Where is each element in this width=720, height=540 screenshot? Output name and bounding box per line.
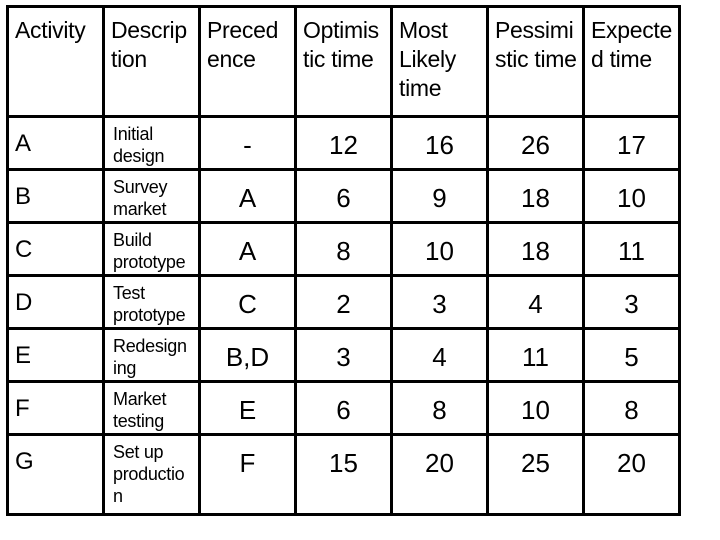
cell-description: Survey market — [102, 168, 201, 224]
cell-expected: 8 — [582, 380, 681, 436]
cell-description-text: Set up productio n — [113, 442, 185, 506]
cell-activity: G — [6, 433, 105, 516]
cell-optimistic: 3 — [294, 327, 393, 383]
cell-description: Redesign ing — [102, 327, 201, 383]
table-row: D Test prototype C 2 3 4 3 — [6, 274, 681, 330]
cell-activity: F — [6, 380, 105, 436]
cell-optimistic: 8 — [294, 221, 393, 277]
cell-pessimistic: 11 — [486, 327, 585, 383]
header-description: Descrip tion — [102, 5, 201, 118]
cell-activity: A — [6, 115, 105, 171]
cell-expected: 20 — [582, 433, 681, 516]
cell-expected: 5 — [582, 327, 681, 383]
cell-optimistic: 6 — [294, 168, 393, 224]
cell-precedence: F — [198, 433, 297, 516]
cell-precedence: B,D — [198, 327, 297, 383]
table-row: E Redesign ing B,D 3 4 11 5 — [6, 327, 681, 383]
cell-pessimistic: 18 — [486, 221, 585, 277]
header-precedence: Preced ence — [198, 5, 297, 118]
header-row: Activity Descrip tion Preced ence Optimi… — [6, 5, 681, 118]
cell-activity: E — [6, 327, 105, 383]
cell-description-text: Test prototype — [113, 283, 186, 325]
header-expected-label: Expecte d time — [591, 17, 673, 72]
header-most-likely-label: Most Likely time — [399, 17, 457, 101]
cell-pessimistic: 26 — [486, 115, 585, 171]
cell-expected: 11 — [582, 221, 681, 277]
header-optimistic-label: Optimis tic time — [303, 17, 379, 72]
cell-optimistic: 15 — [294, 433, 393, 516]
cell-most-likely: 8 — [390, 380, 489, 436]
cell-description: Build prototype — [102, 221, 201, 277]
cell-precedence: A — [198, 168, 297, 224]
cell-most-likely: 4 — [390, 327, 489, 383]
cell-pessimistic: 25 — [486, 433, 585, 516]
header-activity-label: Activity — [15, 17, 86, 43]
cell-expected: 3 — [582, 274, 681, 330]
cell-description-text: Survey market — [113, 177, 168, 219]
cell-description: Initial design — [102, 115, 201, 171]
cell-optimistic: 6 — [294, 380, 393, 436]
cell-pessimistic: 18 — [486, 168, 585, 224]
table-row: B Survey market A 6 9 18 10 — [6, 168, 681, 224]
header-pessimistic-label: Pessimi stic time — [495, 17, 577, 72]
table-row: G Set up productio n F 15 20 25 20 — [6, 433, 681, 516]
header-activity: Activity — [6, 5, 105, 118]
cell-activity: D — [6, 274, 105, 330]
cell-expected: 17 — [582, 115, 681, 171]
cell-optimistic: 12 — [294, 115, 393, 171]
cell-precedence: - — [198, 115, 297, 171]
cell-most-likely: 3 — [390, 274, 489, 330]
cell-description: Test prototype — [102, 274, 201, 330]
cell-most-likely: 20 — [390, 433, 489, 516]
table-row: C Build prototype A 8 10 18 11 — [6, 221, 681, 277]
cell-description-text: Market testing — [113, 389, 167, 431]
cell-activity: C — [6, 221, 105, 277]
pert-activity-table: Activity Descrip tion Preced ence Optimi… — [6, 5, 681, 516]
cell-description-text: Build prototype — [113, 230, 186, 272]
cell-expected: 10 — [582, 168, 681, 224]
cell-most-likely: 10 — [390, 221, 489, 277]
cell-most-likely: 16 — [390, 115, 489, 171]
header-pessimistic-time: Pessimi stic time — [486, 5, 585, 118]
cell-description-text: Redesign ing — [113, 336, 187, 378]
cell-precedence: E — [198, 380, 297, 436]
cell-pessimistic: 10 — [486, 380, 585, 436]
header-description-label: Descrip tion — [111, 17, 187, 72]
cell-precedence: A — [198, 221, 297, 277]
cell-precedence: C — [198, 274, 297, 330]
header-precedence-label: Preced ence — [207, 17, 279, 72]
cell-pessimistic: 4 — [486, 274, 585, 330]
cell-description: Set up productio n — [102, 433, 201, 516]
table-row: F Market testing E 6 8 10 8 — [6, 380, 681, 436]
cell-optimistic: 2 — [294, 274, 393, 330]
cell-most-likely: 9 — [390, 168, 489, 224]
header-most-likely-time: Most Likely time — [390, 5, 489, 118]
cell-description: Market testing — [102, 380, 201, 436]
table-row: A Initial design - 12 16 26 17 — [6, 115, 681, 171]
cell-activity: B — [6, 168, 105, 224]
header-expected-time: Expecte d time — [582, 5, 681, 118]
header-optimistic-time: Optimis tic time — [294, 5, 393, 118]
cell-description-text: Initial design — [113, 124, 165, 166]
